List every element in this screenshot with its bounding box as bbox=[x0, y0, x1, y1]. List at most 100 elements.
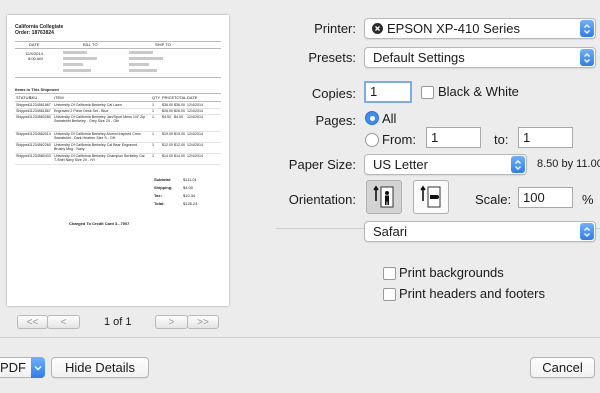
pdf-menu-button[interactable]: PDF bbox=[0, 357, 45, 378]
paper-size-value: US Letter bbox=[373, 157, 428, 172]
pages-to-field[interactable]: 1 bbox=[518, 127, 573, 148]
redacted-block bbox=[63, 69, 91, 72]
preview-cell: $14.00 bbox=[162, 154, 173, 158]
bottom-divider bbox=[0, 337, 600, 338]
preview-cell: University Of California Berkeley Champi… bbox=[54, 154, 145, 162]
page-count-label: 1 of 1 bbox=[104, 316, 132, 328]
cancel-button[interactable]: Cancel bbox=[530, 357, 595, 378]
page-preview: California Collegiate Order: 18763824 DA… bbox=[7, 15, 229, 306]
preview-header-cell: ITEM bbox=[54, 95, 64, 100]
preview-date2: 8:00 AM bbox=[28, 56, 43, 61]
preview-cell: Shipped bbox=[16, 154, 30, 158]
printer-status-icon bbox=[372, 23, 383, 34]
printer-popup[interactable]: EPSON XP-410 Series bbox=[364, 18, 596, 39]
preview-total-value: $126.24 bbox=[183, 201, 198, 206]
redacted-block bbox=[129, 51, 153, 54]
printer-label: Printer: bbox=[314, 21, 356, 36]
popup-arrows-icon bbox=[580, 20, 594, 37]
preview-cell: 11234562014 bbox=[29, 132, 51, 136]
redacted-block bbox=[129, 69, 157, 72]
redacted-block bbox=[63, 57, 97, 60]
preview-cell: $12.00 bbox=[174, 143, 185, 147]
preview-cell: $19.00 bbox=[174, 132, 185, 136]
first-page-button[interactable]: << bbox=[17, 315, 48, 329]
print-backgrounds-checkbox[interactable] bbox=[383, 267, 396, 280]
paper-size-popup[interactable]: US Letter bbox=[364, 154, 527, 175]
printer-value: EPSON XP-410 Series bbox=[387, 21, 520, 36]
redacted-block bbox=[129, 63, 149, 66]
preview-cell: 1 bbox=[152, 115, 154, 119]
preview-cell: 1 bbox=[152, 143, 154, 147]
preview-header-cell: SKU bbox=[29, 95, 38, 100]
print-headers-footers-label: Print headers and footers bbox=[399, 286, 545, 301]
presets-label: Presets: bbox=[308, 50, 356, 65]
pages-to-label: to: bbox=[494, 132, 509, 147]
preview-cell: Shipped bbox=[16, 115, 30, 119]
preview-header-cell: PRICE bbox=[162, 95, 175, 100]
preview-cell: University Of California Berkeley Alumni… bbox=[54, 132, 141, 140]
preview-totals: Subtotal: $111.01 Shipping: $4.00 Tax: $10.34… bbox=[7, 177, 229, 217]
preview-col-bill: BILL TO bbox=[83, 42, 98, 47]
popup-arrows-icon bbox=[580, 49, 594, 66]
portrait-button[interactable] bbox=[366, 180, 402, 214]
preview-cell: Shipped bbox=[16, 132, 30, 136]
preview-cell: 11234560280 bbox=[29, 115, 51, 119]
preview-col-ship: SHIP TO bbox=[155, 42, 171, 47]
black-white-label: Black & White bbox=[438, 84, 519, 99]
copies-field[interactable]: 1 bbox=[364, 81, 412, 103]
pages-from-radio[interactable] bbox=[365, 133, 379, 147]
pages-from-field[interactable]: 1 bbox=[426, 127, 481, 148]
redacted-block bbox=[63, 51, 87, 54]
preview-total-label: Shipping: bbox=[154, 185, 173, 190]
preview-total-value: $111.01 bbox=[183, 177, 197, 182]
preview-cell: University Of California Berkeley Cal Be… bbox=[54, 143, 138, 151]
pages-all-label: All bbox=[382, 111, 397, 126]
preview-header-cell: TOTAL bbox=[174, 95, 187, 100]
prev-page-button[interactable]: < bbox=[47, 315, 80, 329]
preview-cell: Shipped bbox=[16, 143, 30, 147]
preview-cell: $4.00 bbox=[174, 115, 183, 119]
last-page-button[interactable]: >> bbox=[187, 315, 219, 329]
paper-size-label: Paper Size: bbox=[288, 157, 356, 172]
preview-cell: 12/4/2014 bbox=[187, 132, 203, 136]
scale-field[interactable]: 100 bbox=[518, 187, 573, 208]
preview-header-cell: QTY bbox=[152, 95, 161, 100]
preview-cell: 12/4/2014 bbox=[187, 154, 203, 158]
app-section-value: Safari bbox=[373, 224, 407, 239]
preview-total-value: $4.00 bbox=[183, 185, 194, 190]
preview-cell: $4.00 bbox=[162, 115, 171, 119]
preview-cell: $19.00 bbox=[162, 132, 173, 136]
pages-all-radio[interactable] bbox=[365, 111, 379, 125]
preview-table-body: Shipped 11234561867 University Of Californ… bbox=[7, 103, 229, 183]
preview-cell: 1 bbox=[152, 132, 154, 136]
preview-total-label: Tax: bbox=[154, 193, 162, 198]
preview-order: Order: 18763824 bbox=[15, 30, 54, 36]
presets-popup[interactable]: Default Settings bbox=[364, 47, 596, 68]
preview-col-date: DATE bbox=[29, 42, 40, 47]
scale-unit: % bbox=[582, 192, 594, 207]
paper-size-dims: 8.50 by 11.00 bbox=[537, 158, 600, 170]
preview-cell: 12/4/2014 bbox=[187, 115, 203, 119]
preview-total-label: Subtotal: bbox=[154, 177, 172, 182]
preview-cell: $14.00 bbox=[174, 154, 185, 158]
portrait-icon bbox=[373, 185, 394, 208]
pages-from-label: From: bbox=[382, 132, 416, 147]
hide-details-button[interactable]: Hide Details bbox=[51, 357, 149, 378]
scale-label: Scale: bbox=[475, 192, 512, 207]
preview-charged: Charged To Credit Card 3...7007 bbox=[69, 221, 130, 226]
preview-cell: 1 bbox=[152, 154, 154, 158]
pdf-label: PDF bbox=[0, 357, 33, 378]
preview-cell: 11234562260 bbox=[29, 143, 51, 147]
print-headers-footers-checkbox[interactable] bbox=[383, 288, 396, 301]
landscape-button[interactable] bbox=[413, 180, 449, 214]
preview-total-label: Total: bbox=[154, 201, 165, 206]
next-page-button[interactable]: > bbox=[155, 315, 188, 329]
preview-total-value: $10.34 bbox=[183, 193, 196, 198]
pages-label: Pages: bbox=[315, 113, 356, 128]
presets-value: Default Settings bbox=[373, 50, 465, 65]
preview-cell: 11234560433 bbox=[29, 154, 51, 158]
black-white-checkbox[interactable] bbox=[421, 86, 434, 99]
redacted-block bbox=[63, 63, 83, 66]
popup-arrows-icon bbox=[580, 223, 594, 240]
app-section-popup[interactable]: Safari bbox=[364, 221, 596, 242]
